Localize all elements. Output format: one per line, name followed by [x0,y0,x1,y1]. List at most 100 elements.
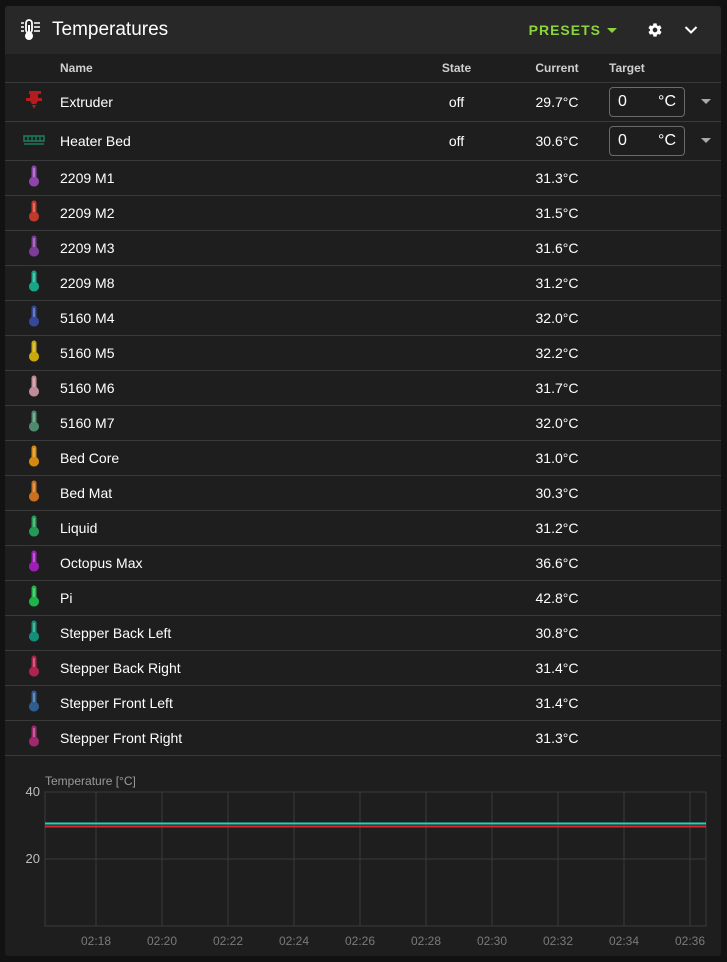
sensor-state [400,195,513,231]
x-tick-label: 02:32 [543,934,573,948]
sensor-state [400,720,513,756]
sensor-current: 42.8°C [513,580,601,616]
column-target[interactable]: Target [601,54,721,83]
sensor-state [400,265,513,301]
panel-title: Temperatures [52,19,169,40]
sensor-row: Octopus Max 36.6°C [5,545,721,581]
sensor-row: Stepper Front Left 31.4°C [5,685,721,721]
sensor-state [400,300,513,336]
sensor-name[interactable]: 2209 M2 [60,195,400,231]
sensor-target [601,615,721,651]
thermometer-icon [29,725,39,747]
sensor-state [400,370,513,406]
temperatures-panel: Temperatures PRESETS Name State Current … [5,6,721,956]
sensor-target [601,160,721,196]
caret-down-icon [607,27,617,33]
sensor-target [601,335,721,371]
thermometer-icon [29,410,39,432]
presets-label: PRESETS [528,22,601,38]
column-state[interactable]: State [400,54,513,83]
heater-name[interactable]: Heater Bed [60,121,400,161]
target-unit: °C [658,92,676,110]
header-icon-cell [5,54,60,83]
thermometer-icon [29,340,39,362]
sensor-name[interactable]: Stepper Front Left [60,685,400,721]
sensor-row: Bed Core 31.0°C [5,440,721,476]
sensor-name[interactable]: 2209 M8 [60,265,400,301]
target-dropdown-icon[interactable] [700,99,711,104]
target-input[interactable]: 0 °C [609,86,685,117]
thermometer-icon [29,585,39,607]
thermometer-icon [29,690,39,712]
sensor-target [601,545,721,581]
sensor-name[interactable]: 2209 M1 [60,160,400,196]
sensor-name[interactable]: 5160 M4 [60,300,400,336]
sensor-row: Pi 42.8°C [5,580,721,616]
x-tick-label: 02:30 [477,934,507,948]
y-tick-label: 20 [26,851,40,866]
thermometer-icon [29,305,39,327]
sensor-name[interactable]: 5160 M5 [60,335,400,371]
sensor-state [400,335,513,371]
sensor-state [400,160,513,196]
target-value[interactable]: 0 [618,132,658,150]
settings-button[interactable] [637,12,673,48]
heater-current: 30.6°C [513,121,601,161]
sensor-name[interactable]: Pi [60,580,400,616]
target-unit: °C [658,131,676,149]
column-name[interactable]: Name [60,54,400,83]
sensor-name[interactable]: Stepper Back Left [60,615,400,651]
sensor-name[interactable]: 2209 M3 [60,230,400,266]
sensor-current: 31.2°C [513,510,601,546]
sensor-target [601,405,721,441]
heater-name[interactable]: Extruder [60,82,400,122]
chevron-down-icon [684,26,698,34]
sensor-target [601,580,721,616]
heater-bed-icon [23,135,45,145]
sensor-target [601,685,721,721]
sensor-row: Liquid 31.2°C [5,510,721,546]
thermometer-icon [29,480,39,502]
x-tick-label: 02:18 [81,934,111,948]
sensor-name[interactable]: Stepper Front Right [60,720,400,756]
sensor-row: 2209 M8 31.2°C [5,265,721,301]
x-tick-label: 02:36 [675,934,705,948]
heater-current: 29.7°C [513,82,601,122]
target-dropdown-icon[interactable] [700,138,711,143]
sensor-target [601,300,721,336]
sensor-name[interactable]: 5160 M6 [60,370,400,406]
x-tick-label: 02:34 [609,934,639,948]
sensor-row: 5160 M6 31.7°C [5,370,721,406]
presets-button[interactable]: PRESETS [529,22,617,38]
sensor-target [601,370,721,406]
sensor-name[interactable]: 5160 M7 [60,405,400,441]
sensor-name[interactable]: Octopus Max [60,545,400,581]
sensor-row: 5160 M4 32.0°C [5,300,721,336]
target-input[interactable]: 0 °C [609,125,685,156]
collapse-button[interactable] [673,12,709,48]
thermometer-icon [29,375,39,397]
sensor-row: Bed Mat 30.3°C [5,475,721,511]
heater-row-extruder: Extruder off 29.7°C 0 °C [5,82,721,122]
target-value[interactable]: 0 [618,93,658,111]
sensor-name[interactable]: Liquid [60,510,400,546]
thermometer-icon [29,515,39,537]
temperature-table: Name State Current Target Extruder off 2… [5,54,721,756]
sensor-current: 31.4°C [513,650,601,686]
panel-header: Temperatures PRESETS [5,6,721,54]
thermometer-icon [29,655,39,677]
sensor-name[interactable]: Bed Core [60,440,400,476]
thermometer-icon [29,550,39,572]
sensor-target [601,230,721,266]
sensor-row: 5160 M5 32.2°C [5,335,721,371]
sensor-name[interactable]: Stepper Back Right [60,650,400,686]
sensor-current: 31.0°C [513,440,601,476]
sensor-current: 31.4°C [513,685,601,721]
gear-icon [648,23,662,37]
sensor-name[interactable]: Bed Mat [60,475,400,511]
extruder-icon [26,91,42,109]
sensor-state [400,475,513,511]
thermometer-lines-icon [20,19,42,41]
sensor-row: Stepper Back Right 31.4°C [5,650,721,686]
column-current[interactable]: Current [513,54,601,83]
